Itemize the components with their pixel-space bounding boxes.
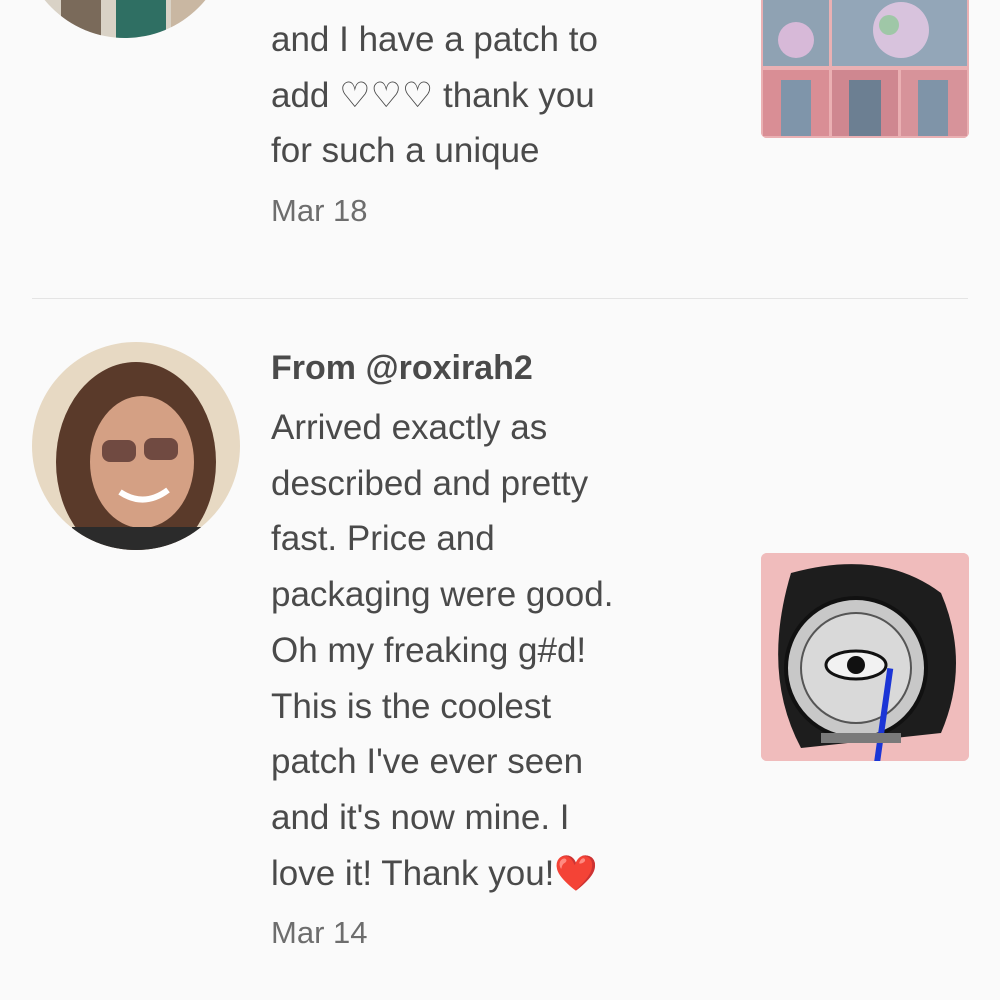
review-text: and I have a patch to add ♡♡♡ thank you … <box>271 12 741 179</box>
review-text-line: and it's now mine. I <box>271 797 570 837</box>
review-text-line: love it! Thank you!❤️ <box>271 846 741 902</box>
review-date: Mar 14 <box>271 915 368 951</box>
review-text-line: Oh my freaking g#d! <box>271 630 587 670</box>
review-text-line: Arrived exactly as <box>271 408 548 447</box>
review-photo[interactable] <box>761 0 969 138</box>
eye-patch-photo-icon <box>761 553 969 761</box>
review-date: Mar 18 <box>271 193 368 229</box>
denim-jacket-collage-photo-icon <box>761 0 969 138</box>
user-avatar-photo-icon <box>21 0 229 38</box>
reviewer-avatar[interactable] <box>21 0 229 38</box>
review-text-line: packaging were good. <box>271 575 614 615</box>
review-text-line: add ♡♡♡ thank you <box>271 75 595 115</box>
review-text-line: This is the coolest <box>271 686 552 726</box>
review-text: Arrived exactly as described and pretty … <box>271 400 741 901</box>
red-heart-icon: ❤️ <box>554 853 598 893</box>
review-photo[interactable] <box>761 553 969 761</box>
user-avatar-photo-icon <box>32 342 240 550</box>
review-divider <box>32 298 968 299</box>
review-text-line: for such a unique <box>271 131 540 171</box>
review-text-line: fast. Price and <box>271 519 495 559</box>
review-text-line: and I have a patch to <box>271 20 598 59</box>
reviewer-avatar[interactable] <box>32 342 240 550</box>
review-text-line-content: love it! Thank you! <box>271 853 555 893</box>
review-text-line: described and pretty <box>271 463 589 503</box>
review-text-line: patch I've ever seen <box>271 742 584 782</box>
reviewer-name[interactable]: From @roxirah2 <box>271 348 741 388</box>
